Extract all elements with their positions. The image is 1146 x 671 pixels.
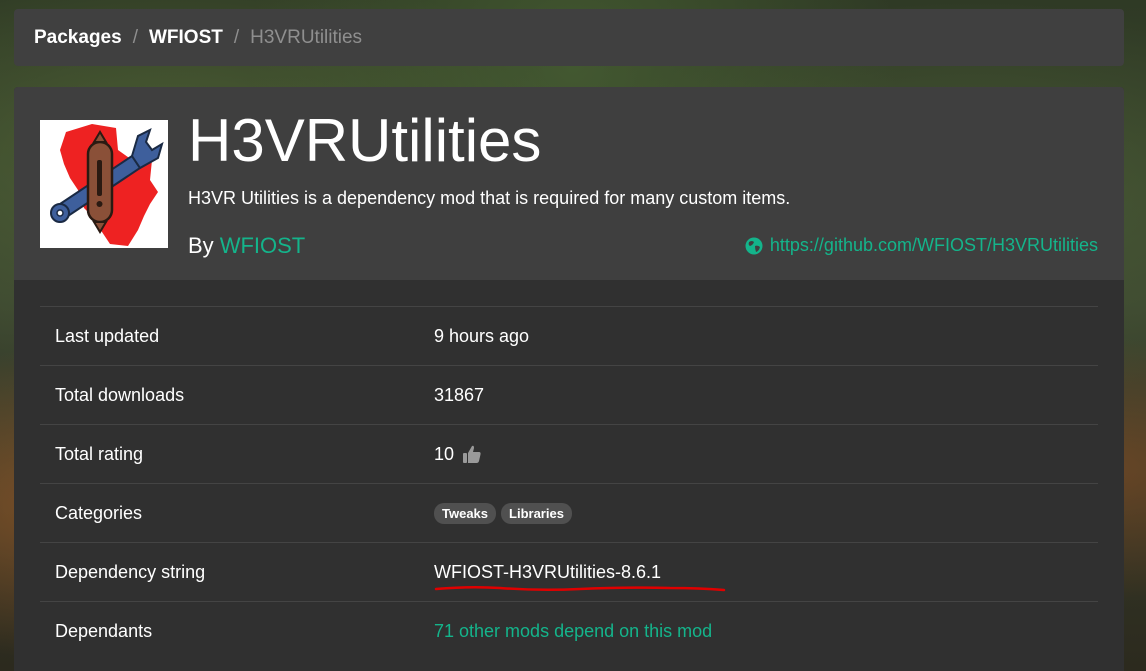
breadcrumb-current: H3VRUtilities (250, 26, 363, 48)
breadcrumb: Packages / WFIOST / H3VRUtilities (14, 9, 1124, 66)
package-author-line: By WFIOST (188, 233, 305, 259)
breadcrumb-separator: / (233, 26, 240, 48)
breadcrumb-author-link[interactable]: WFIOST (149, 27, 223, 49)
row-value: 9 hours ago (434, 325, 530, 346)
row-label: Total rating (55, 443, 144, 464)
author-link[interactable]: WFIOST (220, 233, 306, 258)
website-url: https://github.com/WFIOST/H3VRUtilities (769, 235, 1098, 255)
row-label: Last updated (55, 325, 160, 346)
globe-icon (745, 237, 763, 254)
table-row: Last updated 9 hours ago (40, 306, 1098, 365)
row-label: Categories (55, 502, 143, 523)
rating-value-wrap: 10 (434, 444, 482, 465)
website-link[interactable]: https://github.com/WFIOST/H3VRUtilities (745, 235, 1098, 256)
package-info-table: Last updated 9 hours ago Total downloads… (40, 306, 1098, 660)
row-label: Dependency string (55, 561, 206, 582)
thumbs-up-icon[interactable] (462, 444, 482, 464)
package-description: H3VR Utilities is a dependency mod that … (188, 188, 791, 208)
package-card: H3VRUtilities H3VR Utilities is a depend… (14, 87, 1124, 671)
table-row: Total downloads 31867 (40, 365, 1098, 424)
breadcrumb-separator: / (132, 26, 138, 48)
category-badge[interactable]: Tweaks (434, 502, 497, 524)
table-row: Dependency string WFIOST-H3VRUtilities-8… (40, 542, 1098, 601)
row-value: 31867 (434, 384, 485, 405)
dependants-link[interactable]: 71 other mods depend on this mod (434, 621, 712, 642)
red-underline-annotation (434, 585, 726, 592)
table-row: Dependants 71 other mods depend on this … (40, 601, 1098, 660)
breadcrumb-packages-link[interactable]: Packages (34, 27, 122, 49)
category-badge[interactable]: Libraries (501, 502, 572, 524)
package-header: H3VRUtilities H3VR Utilities is a depend… (14, 87, 1124, 280)
wrench-sausage-icon (40, 120, 168, 248)
by-label: By (188, 233, 214, 258)
table-row: Categories Tweaks Libraries (40, 483, 1098, 542)
row-label: Dependants (55, 620, 153, 641)
row-label: Total downloads (55, 384, 185, 405)
package-title: H3VRUtilities (188, 107, 542, 174)
dependency-string[interactable]: WFIOST-H3VRUtilities-8.6.1 (434, 562, 661, 583)
table-row: Total rating 10 (40, 424, 1098, 483)
rating-value: 10 (434, 443, 455, 464)
categories-list: Tweaks Libraries (434, 502, 577, 524)
